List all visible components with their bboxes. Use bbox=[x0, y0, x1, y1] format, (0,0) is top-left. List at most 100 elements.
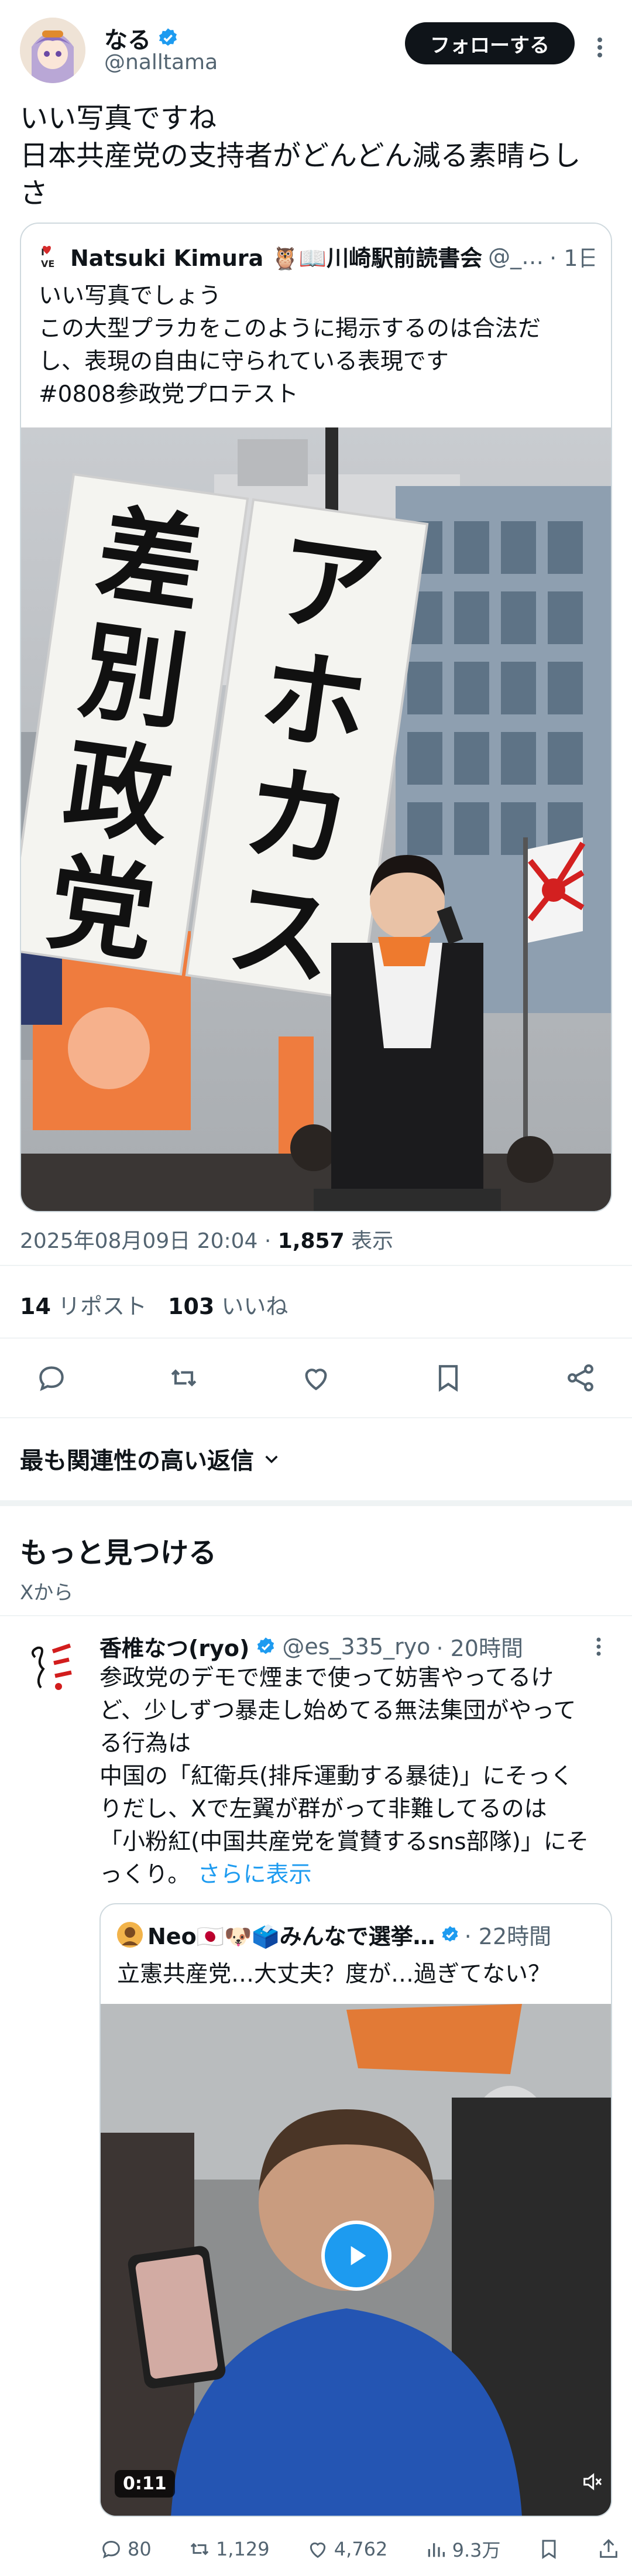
divider bbox=[0, 1417, 632, 1418]
follow-button[interactable]: フォローする bbox=[405, 22, 575, 64]
quote-author-name[interactable]: Natsuki Kimura 🦉📖川崎駅前読書会 bbox=[70, 240, 482, 272]
reply-quote-header: Neo🇯🇵🐶🗳️みんなで選挙… · 22時間 bbox=[117, 1918, 551, 1951]
quote-text-line: この大型プラカをこのように掲示するのは合法だ bbox=[39, 316, 541, 342]
discover-subtitle: Xから bbox=[20, 1581, 74, 1605]
bookmark-icon[interactable] bbox=[432, 1361, 465, 1394]
reply-quote-author-name[interactable]: Neo🇯🇵🐶🗳️みんなで選挙… bbox=[147, 1918, 435, 1951]
video-duration: 0:11 bbox=[115, 2470, 175, 2498]
post-text-line: 日本共産党の支持者がどんどん減る素晴らし bbox=[20, 139, 581, 172]
like-icon bbox=[310, 2542, 325, 2558]
reply-likes[interactable]: 4,762 bbox=[306, 2536, 388, 2563]
placard-char-right: ホ bbox=[253, 634, 374, 770]
share-icon[interactable] bbox=[597, 2536, 620, 2563]
verified-badge-icon bbox=[255, 1636, 276, 1657]
reply-views[interactable]: 9.3万 bbox=[424, 2536, 501, 2563]
post-text: いい写真ですね 日本共産党の支持者がどんどん減る素晴らし さ bbox=[20, 100, 611, 212]
placard-char-left: 差 bbox=[90, 493, 211, 629]
post-text-line: さ bbox=[20, 177, 49, 210]
bookmark-icon[interactable] bbox=[537, 2536, 561, 2563]
section-divider bbox=[0, 1500, 632, 1506]
reply-text: 参政党のデモで煙まで使って妨害やってるけ ど、少しずつ暴走し始めてる無法集団がや… bbox=[99, 1662, 614, 1891]
reply-views-count: 9.3万 bbox=[452, 2539, 501, 2561]
play-button[interactable] bbox=[321, 2221, 391, 2291]
divider bbox=[0, 1265, 632, 1266]
placard-char-right: ア bbox=[269, 518, 390, 654]
mute-icon[interactable] bbox=[581, 2470, 604, 2493]
reply-text-line: 参政党のデモで煙まで使って妨害やってるけ bbox=[99, 1665, 554, 1691]
discover-title: もっと見つける bbox=[20, 1537, 217, 1569]
reply-reposts-count: 1,129 bbox=[215, 2538, 270, 2560]
action-bar bbox=[35, 1361, 597, 1394]
reply-time[interactable]: · 20時間 bbox=[436, 1630, 523, 1662]
show-more-link[interactable]: さらに表示 bbox=[198, 1862, 312, 1888]
replies-sort-label: 最も関連性の高い返信 bbox=[20, 1448, 254, 1475]
more-options-icon[interactable] bbox=[591, 33, 609, 62]
reply-action-bar: 80 1,129 4,762 9.3万 bbox=[99, 2536, 620, 2563]
likes-count: 103 bbox=[168, 1294, 215, 1319]
reply-header: 香椎なつ(ryo) @es_335_ryo · 20時間 bbox=[99, 1630, 523, 1662]
verified-badge-icon bbox=[157, 27, 179, 49]
placard-char-left: 政 bbox=[57, 725, 178, 861]
reply-text-line-last: っくり。 さらに表示 bbox=[99, 1859, 614, 1891]
reply-author-name[interactable]: 香椎なつ(ryo) bbox=[99, 1630, 249, 1662]
verified-badge-icon bbox=[440, 1925, 460, 1945]
timestamp-text: 2025年08月09日 20:04 · bbox=[20, 1229, 278, 1253]
quote-avatar[interactable]: I VE bbox=[39, 243, 64, 269]
engagement-stats: 14 リポスト 103 いいね bbox=[20, 1288, 288, 1321]
quote-header: IVE Natsuki Kimura 🦉📖川崎駅前読書会 @_… · 1日 bbox=[39, 240, 595, 272]
placard-char-left: 党 bbox=[40, 841, 162, 977]
post-text-line: いい写真ですね bbox=[20, 102, 217, 135]
views-label: 表示 bbox=[344, 1229, 394, 1253]
reply-text-line: りだし、Xで左翼が群がって非難してるのは bbox=[99, 1796, 547, 1822]
reply-quote-time[interactable]: · 22時間 bbox=[465, 1918, 552, 1951]
more-options-icon[interactable] bbox=[591, 1634, 606, 1660]
quote-photo[interactable]: 差 別 政 党 ア ホ カ ス bbox=[21, 427, 611, 1211]
replies-sort-dropdown[interactable]: 最も関連性の高い返信 bbox=[20, 1442, 281, 1476]
divider bbox=[0, 1615, 632, 1616]
quote-author-handle[interactable]: @_… bbox=[488, 244, 544, 269]
reposts-label: リポスト bbox=[57, 1294, 147, 1319]
reply-icon[interactable] bbox=[35, 1361, 68, 1394]
views-icon bbox=[428, 2543, 445, 2557]
reply-text-line: 中国の「紅衛兵(排斥運動する暴徒)」にそっく bbox=[99, 1763, 573, 1790]
placard-char-right: カ bbox=[236, 750, 358, 886]
reply-likes-count: 4,762 bbox=[334, 2538, 388, 2560]
quote-text-line: し、表現の自由に守られている表現です bbox=[39, 348, 449, 375]
reply-text-tail: っくり。 bbox=[99, 1862, 191, 1888]
reply-text-line: 「小粉紅(中国共産党を賞賛するsns部隊)」にそ bbox=[99, 1829, 589, 1855]
reply-quoted-post[interactable]: Neo🇯🇵🐶🗳️みんなで選挙… · 22時間 立憲共産党…大丈夫？度が…過ぎてな… bbox=[99, 1903, 612, 2517]
views-count: 1,857 bbox=[277, 1229, 345, 1253]
author-avatar[interactable] bbox=[20, 18, 85, 83]
share-icon[interactable] bbox=[564, 1361, 597, 1394]
post-timestamp[interactable]: 2025年08月09日 20:04 · 1,857 表示 bbox=[20, 1224, 393, 1254]
quoted-post[interactable]: IVE Natsuki Kimura 🦉📖川崎駅前読書会 @_… · 1日 いい… bbox=[20, 223, 612, 1212]
svg-text:VE: VE bbox=[41, 258, 54, 269]
quote-hashtag[interactable]: #0808参政党プロテスト bbox=[39, 378, 595, 411]
author-handle[interactable]: @nalltama bbox=[104, 50, 218, 74]
reply-icon bbox=[102, 2540, 120, 2559]
quote-text: いい写真でしょう この大型プラカをこのように掲示するのは合法だ し、表現の自由に… bbox=[39, 280, 595, 411]
reply-text-line: ど、少しずつ暴走し始めてる無法集団がやって bbox=[99, 1698, 576, 1724]
reposts-count: 14 bbox=[20, 1294, 51, 1319]
reply-replies[interactable]: 80 bbox=[99, 2536, 152, 2563]
reply-author-avatar[interactable] bbox=[18, 1634, 83, 1699]
reply-author-handle[interactable]: @es_335_ryo bbox=[282, 1634, 430, 1660]
quote-time[interactable]: · 1日 bbox=[549, 240, 595, 272]
chevron-down-icon bbox=[262, 1449, 281, 1468]
reply-quote-avatar[interactable] bbox=[117, 1921, 143, 1948]
placard-char-left: 別 bbox=[73, 609, 194, 745]
reply-replies-count: 80 bbox=[128, 2538, 152, 2560]
reposts-stat[interactable]: 14 リポスト bbox=[20, 1288, 147, 1321]
divider bbox=[0, 1337, 632, 1339]
repost-icon[interactable] bbox=[167, 1361, 200, 1394]
likes-stat[interactable]: 103 いいね bbox=[168, 1288, 288, 1321]
like-icon[interactable] bbox=[300, 1361, 332, 1394]
quote-text-line: いい写真でしょう bbox=[39, 283, 222, 309]
likes-label: いいね bbox=[221, 1294, 288, 1319]
reply-text-line: る行為は bbox=[99, 1730, 191, 1757]
video-player[interactable]: 0:11 bbox=[101, 2004, 611, 2516]
reply-quote-text: 立憲共産党…大丈夫？度が…過ぎてない？ bbox=[117, 1961, 551, 1987]
repost-icon bbox=[190, 2543, 209, 2556]
reply-reposts[interactable]: 1,129 bbox=[188, 2536, 270, 2563]
placard-char-right: ス bbox=[220, 866, 341, 1002]
